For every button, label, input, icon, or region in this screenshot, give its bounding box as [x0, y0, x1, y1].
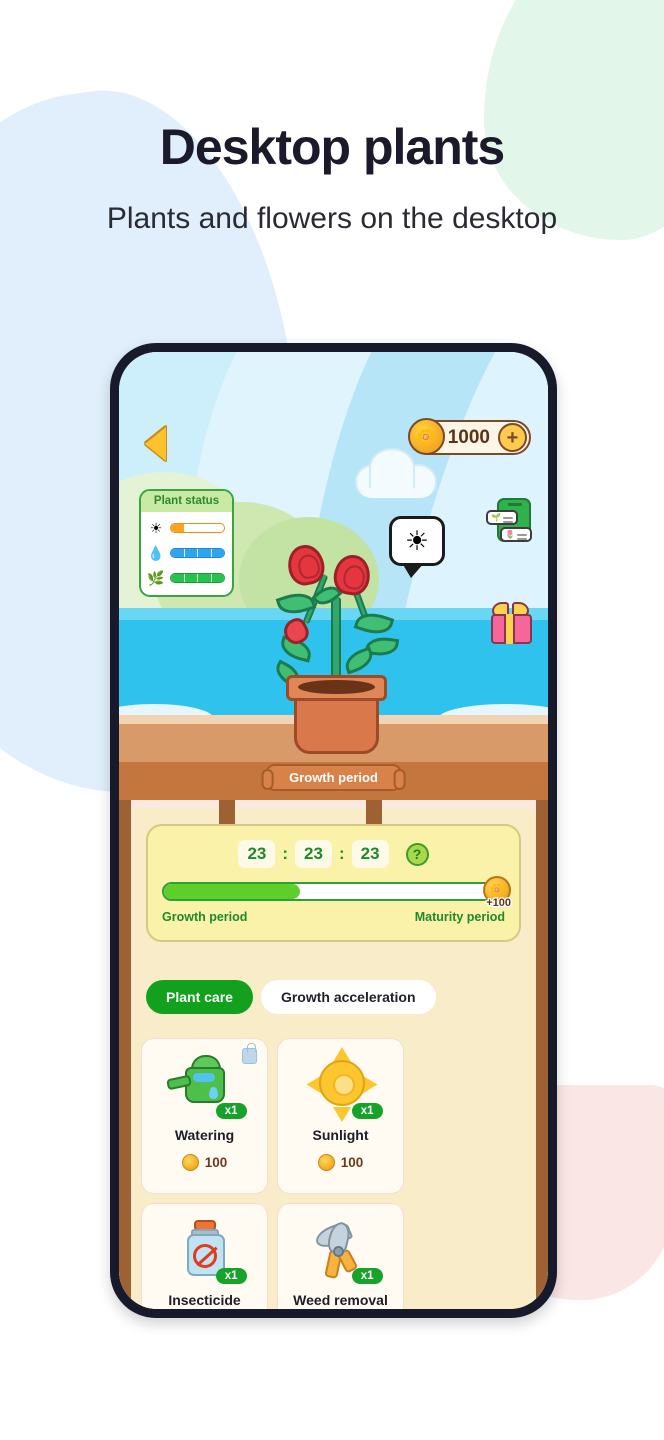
plant-status-card: Plant status ☀ 💧 🌿: [139, 489, 234, 597]
water-drop-icon: 💧: [147, 544, 165, 561]
shears-icon: x1: [303, 1218, 383, 1284]
item-quantity: x1: [351, 1103, 383, 1119]
item-quantity: x1: [215, 1103, 247, 1119]
shelf-strip: [382, 800, 536, 808]
nutrition-bar: [170, 573, 225, 583]
lock-icon: [242, 1043, 257, 1064]
sunlight-hint-bubble[interactable]: ☀: [389, 516, 445, 578]
price-value: 100: [204, 1155, 228, 1170]
page-subtitle: Plants and flowers on the desktop: [106, 202, 558, 235]
insecticide-icon: x1: [167, 1218, 247, 1284]
gift-box-icon[interactable]: [489, 602, 534, 644]
shop-panel: 23 : 23 : 23 ? 🌼 +100 Growth period Matu…: [119, 800, 548, 1309]
item-name: Watering: [174, 1127, 235, 1143]
sun-icon: x1: [303, 1047, 383, 1122]
item-card-sunlight[interactable]: x1 Sunlight 100: [277, 1038, 404, 1194]
phone-mockup: 🌼 1000 + Plant status ☀ 💧 🌿 ☀ 🌱 🌷 Growth…: [110, 343, 557, 1318]
timer-minutes: 23: [295, 840, 332, 868]
plant-book-icon[interactable]: 🌱 🌷: [486, 498, 534, 544]
plant-status-title: Plant status: [141, 491, 232, 512]
sunlight-bar: [170, 523, 225, 533]
item-quantity: x1: [215, 1268, 247, 1284]
growth-period-badge[interactable]: Growth period: [261, 764, 406, 791]
item-price: 100: [317, 1154, 364, 1171]
item-card-weed-removal[interactable]: x1 Weed removal 100: [277, 1203, 404, 1309]
timer-colon: :: [282, 844, 289, 863]
sun-icon: ☀: [404, 525, 430, 556]
status-row-sunlight: ☀: [148, 520, 225, 536]
help-button[interactable]: ?: [405, 842, 429, 866]
countdown-timer: 23 : 23 : 23 ?: [162, 840, 505, 868]
item-name: Weed removal: [293, 1292, 388, 1308]
item-name: Sunlight: [312, 1127, 369, 1143]
item-card-watering[interactable]: x1 Watering 100: [141, 1038, 268, 1194]
coin-icon: [181, 1154, 199, 1171]
coin-icon: 🌼: [407, 418, 445, 455]
timer-colon: :: [338, 844, 345, 863]
cloud-icon: [355, 448, 437, 498]
page-header: Desktop plants Plants and flowers on the…: [0, 0, 664, 236]
price-value: 100: [340, 1155, 364, 1170]
coin-icon: [317, 1154, 335, 1171]
plant-status-rows: ☀ 💧 🌿: [141, 512, 232, 595]
item-quantity: x1: [351, 1268, 383, 1284]
back-arrow-icon[interactable]: [145, 427, 166, 461]
tab-growth-acceleration[interactable]: Growth acceleration: [260, 980, 436, 1014]
phone-screen: 🌼 1000 + Plant status ☀ 💧 🌿 ☀ 🌱 🌷 Growth…: [119, 352, 548, 1309]
progress-labels: Growth period Maturity period: [162, 910, 505, 924]
timer-seconds: 23: [351, 840, 389, 868]
growth-timer-card: 23 : 23 : 23 ? 🌼 +100 Growth period Matu…: [146, 824, 521, 942]
leaf-icon: [341, 646, 377, 675]
progress-fill: [164, 884, 300, 899]
reward-badge: +100: [485, 896, 512, 911]
progress-label-end: Maturity period: [414, 910, 505, 924]
item-name: Insecticide: [168, 1292, 241, 1308]
coin-amount: 1000: [447, 426, 490, 448]
page-title: Desktop plants: [159, 119, 505, 175]
currency-bar[interactable]: 🌼 1000 +: [407, 418, 531, 455]
progress-track: [162, 882, 505, 901]
game-scene: 🌼 1000 + Plant status ☀ 💧 🌿 ☀ 🌱 🌷: [119, 352, 548, 762]
progress-label-start: Growth period: [162, 910, 248, 924]
growth-progress: 🌼 +100: [162, 876, 512, 910]
sun-icon: ☀: [149, 519, 163, 536]
shelf-strip: [235, 800, 366, 808]
wood-edge-left: [119, 800, 131, 1309]
wood-edge-right: [536, 800, 548, 1309]
item-card-insecticide[interactable]: x1 Insecticide 100: [141, 1203, 268, 1309]
pot-soil: [298, 680, 375, 694]
item-grid: x1 Watering 100 x1 Sunlight 100 x1 Insec…: [141, 1038, 526, 1309]
add-coins-button[interactable]: +: [498, 423, 527, 452]
leaf-icon: 🌿: [147, 569, 165, 586]
water-bar: [170, 548, 225, 558]
status-row-nutrition: 🌿: [147, 569, 225, 586]
tab-plant-care[interactable]: Plant care: [146, 980, 253, 1014]
status-row-water: 💧: [147, 544, 225, 561]
shelf-strip: [131, 800, 219, 808]
timer-hours: 23: [238, 840, 276, 868]
watering-can-icon: x1: [165, 1053, 247, 1119]
shop-tabs: Plant care Growth acceleration: [146, 980, 436, 1014]
item-price: 100: [181, 1154, 228, 1171]
